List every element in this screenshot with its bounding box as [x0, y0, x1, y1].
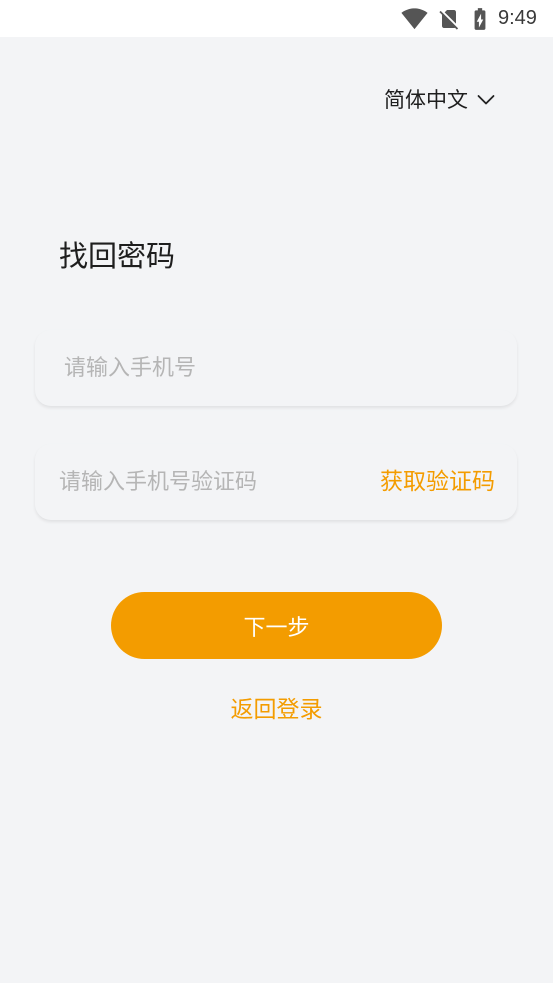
status-bar: 9:49	[0, 0, 553, 37]
get-code-button[interactable]: 获取验证码	[380, 444, 495, 520]
phone-field	[35, 330, 517, 406]
status-time: 9:49	[498, 7, 537, 29]
next-step-button[interactable]: 下一步	[111, 592, 442, 659]
phone-input[interactable]	[64, 330, 504, 406]
verification-code-field: 获取验证码	[35, 444, 517, 520]
language-label: 简体中文	[384, 88, 468, 112]
wifi-icon	[401, 0, 428, 37]
chevron-down-icon	[477, 94, 495, 106]
page-title: 找回密码	[59, 239, 176, 273]
no-sim-icon	[437, 0, 461, 37]
language-selector[interactable]: 简体中文	[384, 84, 495, 116]
back-to-login-link[interactable]: 返回登录	[0, 692, 553, 728]
verification-code-input[interactable]	[59, 444, 359, 520]
battery-charging-icon	[467, 0, 493, 37]
